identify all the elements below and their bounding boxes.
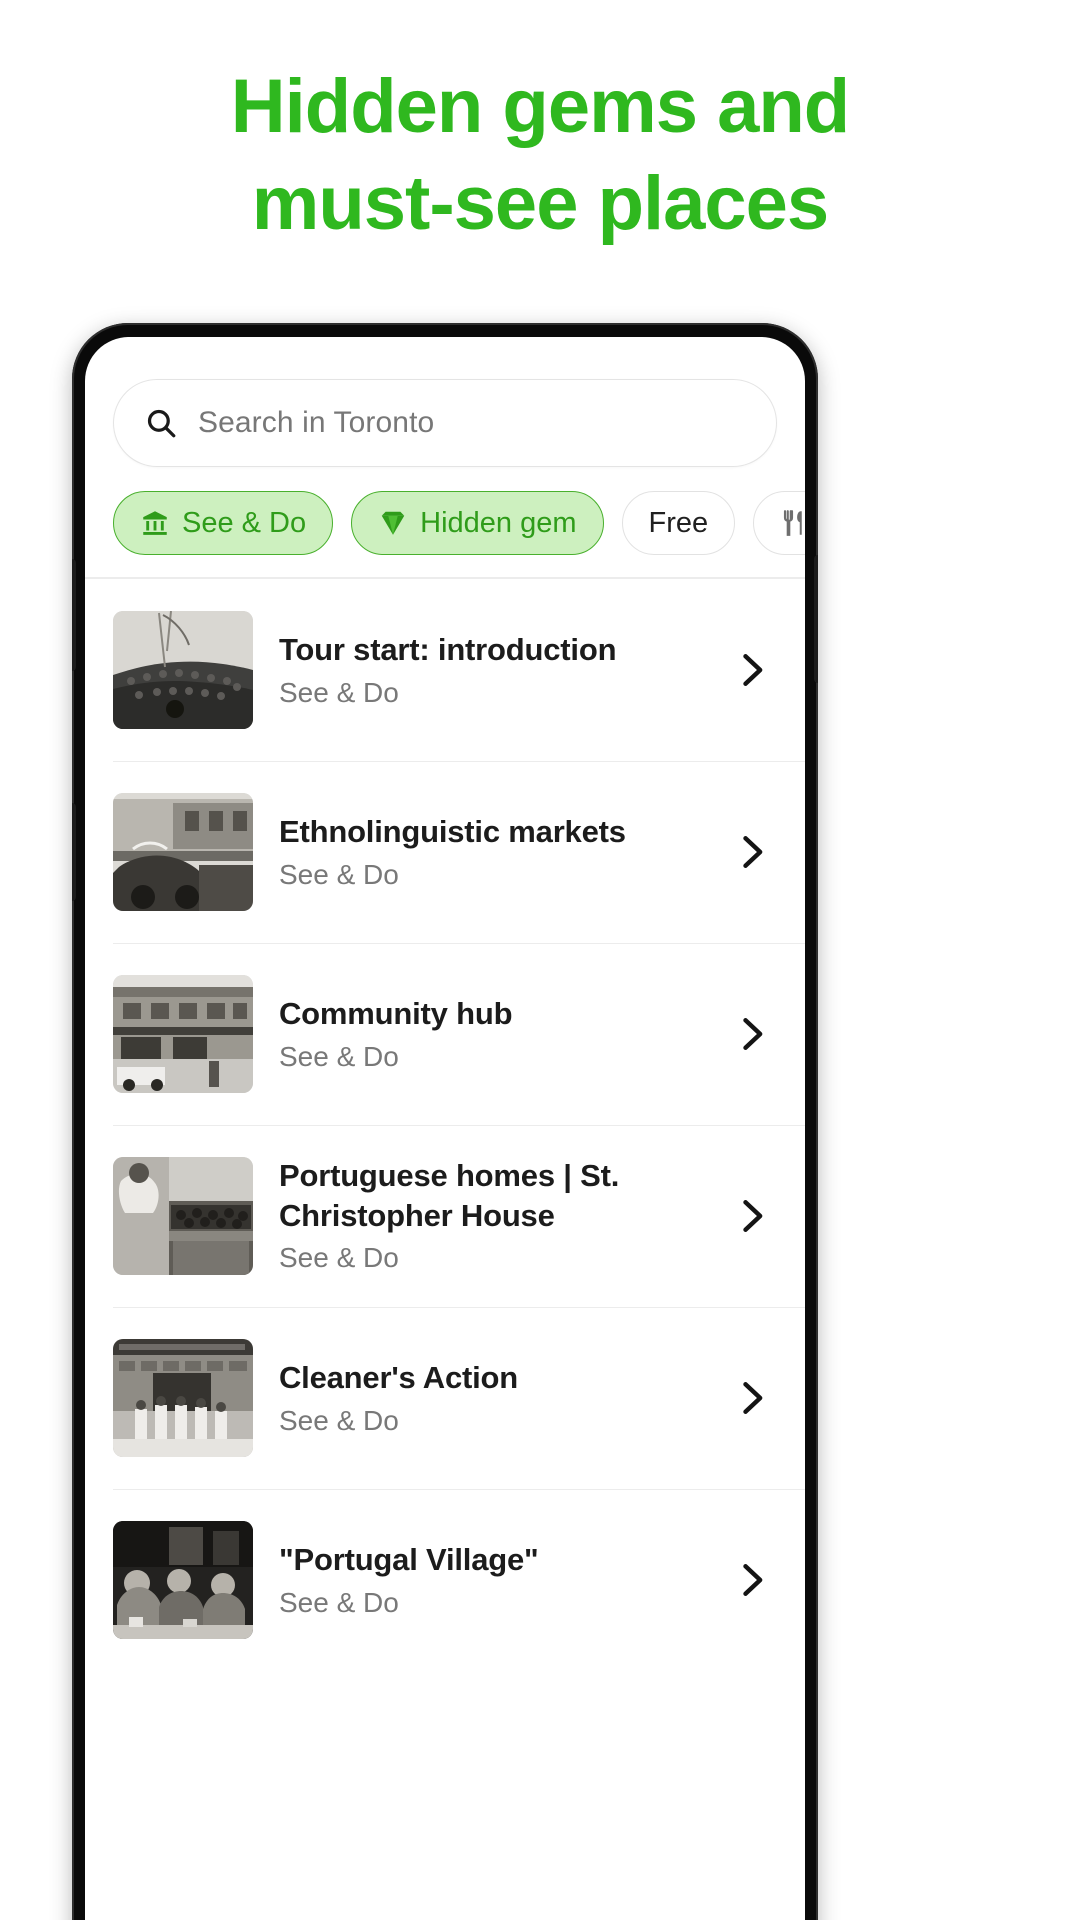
search-placeholder: Search in Toronto — [198, 406, 435, 439]
gathering-photo — [113, 1520, 253, 1639]
results-list: Tour start: introduction See & Do Ethnol… — [85, 579, 805, 1671]
filter-chip-label: Free — [648, 506, 709, 539]
list-item-text: Community hub See & Do — [279, 994, 703, 1073]
list-item-thumbnail — [113, 792, 253, 911]
search-input[interactable]: Search in Toronto — [113, 379, 777, 467]
list-item-text: Portuguese homes | St. Christopher House… — [279, 1156, 703, 1275]
library-group-photo — [113, 1338, 253, 1457]
chevron-right-icon[interactable] — [729, 1194, 773, 1238]
list-item-title: Ethnolinguistic markets — [279, 813, 626, 849]
filter-chip-see-and-do[interactable]: See & Do — [113, 491, 334, 555]
filter-chips[interactable]: See & Do Hidden gem Free — [85, 467, 805, 577]
list-item-thumbnail — [113, 974, 253, 1093]
list-item-title: Portuguese homes | St. Christopher House — [279, 1158, 620, 1233]
search-icon — [147, 409, 176, 438]
street-market-photo — [113, 792, 253, 911]
chevron-right-icon[interactable] — [729, 1012, 773, 1056]
list-item-thumbnail — [113, 610, 253, 729]
storefront-photo — [113, 974, 253, 1093]
list-item[interactable]: Portuguese homes | St. Christopher House… — [85, 1124, 805, 1307]
filter-chip-label: See & Do — [182, 506, 307, 539]
list-item[interactable]: Community hub See & Do — [85, 942, 805, 1125]
list-item-subtitle: See & Do — [279, 676, 399, 708]
list-item[interactable]: "Portugal Village" See & Do — [85, 1488, 805, 1671]
crowd-photo — [113, 610, 253, 729]
list-item-text: Ethnolinguistic markets See & Do — [279, 812, 703, 891]
chevron-right-icon[interactable] — [729, 648, 773, 692]
search-section: Search in Toronto — [85, 337, 805, 467]
volume-up-button[interactable] — [72, 559, 76, 671]
filter-chip-eat[interactable]: Eat — [753, 491, 805, 555]
list-item-title: "Portugal Village" — [279, 1541, 539, 1577]
power-button[interactable] — [814, 555, 818, 683]
list-item-title: Community hub — [279, 995, 513, 1031]
list-item-text: Cleaner's Action See & Do — [279, 1358, 703, 1437]
list-item-thumbnail — [113, 1520, 253, 1639]
list-item-subtitle: See & Do — [279, 1242, 399, 1274]
museum-icon — [143, 511, 167, 535]
list-item-thumbnail — [113, 1338, 253, 1457]
volume-down-button[interactable] — [72, 803, 76, 901]
list-item[interactable]: Tour start: introduction See & Do — [85, 579, 805, 761]
diamond-icon — [381, 511, 405, 535]
list-item-text: Tour start: introduction See & Do — [279, 630, 703, 709]
list-item-thumbnail — [113, 1156, 253, 1275]
filter-chip-label: Hidden gem — [420, 506, 577, 539]
chevron-right-icon[interactable] — [729, 1558, 773, 1602]
vendor-photo — [113, 1156, 253, 1275]
page-title: Hidden gems and must-see places — [0, 58, 1080, 253]
phone-screen: Search in Toronto See & Do Hidden gem Fr… — [85, 337, 805, 1920]
page-title-line-2: must-see places — [251, 161, 829, 247]
filter-chip-hidden-gem[interactable]: Hidden gem — [351, 491, 604, 555]
list-item-subtitle: See & Do — [279, 1040, 399, 1072]
page-title-line-1: Hidden gems and — [230, 64, 850, 149]
list-item-title: Tour start: introduction — [279, 631, 617, 667]
promo-screenshot: Hidden gems and must-see places Search i… — [0, 0, 1080, 1920]
phone-mockup: Search in Toronto See & Do Hidden gem Fr… — [72, 323, 818, 1920]
list-item-title: Cleaner's Action — [279, 1359, 519, 1395]
list-item-subtitle: See & Do — [279, 858, 399, 890]
list-item[interactable]: Ethnolinguistic markets See & Do — [85, 760, 805, 943]
list-item-text: "Portugal Village" See & Do — [279, 1540, 703, 1619]
filter-chip-free[interactable]: Free — [621, 491, 736, 555]
chevron-right-icon[interactable] — [729, 830, 773, 874]
list-item-subtitle: See & Do — [279, 1586, 399, 1618]
chevron-right-icon[interactable] — [729, 1376, 773, 1420]
fork-knife-icon — [784, 510, 802, 536]
list-item[interactable]: Cleaner's Action See & Do — [85, 1306, 805, 1489]
list-item-subtitle: See & Do — [279, 1404, 399, 1436]
